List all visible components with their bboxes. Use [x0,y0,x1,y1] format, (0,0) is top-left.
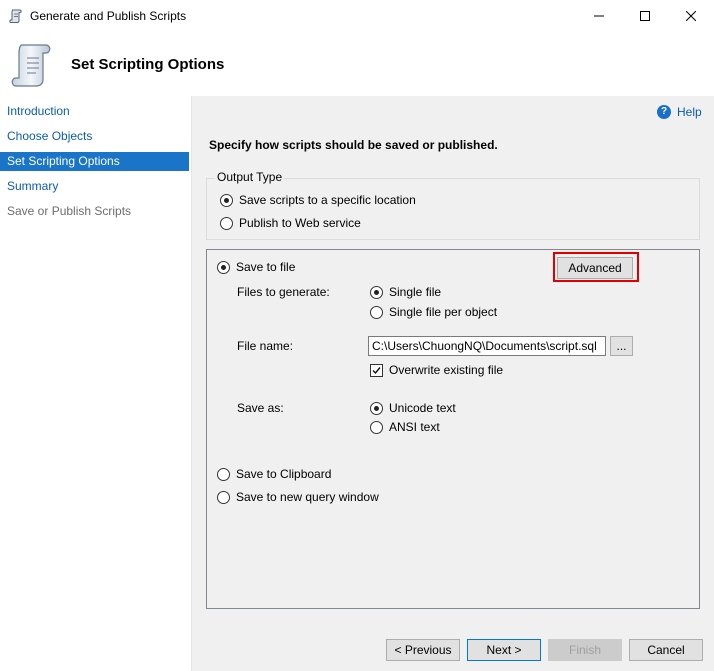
help-icon: ? [657,105,671,119]
file-name-label: File name: [237,339,294,353]
browse-button[interactable]: ... [610,336,633,356]
scroll-icon [10,42,56,90]
radio-indicator [220,193,233,207]
sidebar-item-set-scripting-options[interactable]: Set Scripting Options [0,152,189,171]
destination-panel: Save to file Advanced Files to generate:… [206,249,700,609]
sidebar-item-choose-objects[interactable]: Choose Objects [0,127,189,146]
save-to-file-radio[interactable]: Save to file [217,260,295,274]
previous-button[interactable]: < Previous [386,639,460,661]
advanced-highlight-box [553,252,639,282]
ansi-text-label: ANSI text [389,420,440,434]
radio-indicator [370,420,383,434]
save-to-location-label: Save scripts to a specific location [239,193,416,207]
save-to-location-radio[interactable]: Save scripts to a specific location [220,193,416,207]
radio-indicator [217,467,230,481]
save-as-label: Save as: [237,401,284,415]
cancel-button[interactable]: Cancel [629,639,703,661]
wizard-sidebar: Introduction Choose Objects Set Scriptin… [0,96,192,671]
main-content: ? Help Specify how scripts should be sav… [192,96,714,671]
publish-web-service-label: Publish to Web service [239,216,361,230]
single-file-radio[interactable]: Single file [370,285,441,299]
save-to-query-window-label: Save to new query window [236,490,379,504]
single-file-label: Single file [389,285,442,299]
single-file-per-object-label: Single file per object [389,305,498,319]
wizard-header: Set Scripting Options [0,32,714,96]
unicode-text-radio[interactable]: Unicode text [370,401,456,415]
help-label: Help [677,105,702,119]
file-name-input[interactable]: C:\Users\ChuongNQ\Documents\script.sql [368,336,606,356]
close-button[interactable] [668,0,714,32]
save-to-file-label: Save to file [236,260,296,274]
finish-button: Finish [548,639,622,661]
next-button[interactable]: Next > [467,639,541,661]
files-to-generate-label: Files to generate: [237,285,330,299]
radio-indicator [220,216,233,230]
radio-indicator [370,401,383,415]
window-title: Generate and Publish Scripts [30,9,187,23]
checkmark-icon [372,366,381,374]
radio-indicator [370,285,383,299]
overwrite-checkbox[interactable]: Overwrite existing file [370,363,503,377]
radio-indicator [217,490,230,504]
sidebar-item-summary[interactable]: Summary [0,177,189,196]
title-bar: Generate and Publish Scripts [0,0,714,32]
page-title: Set Scripting Options [71,56,225,73]
help-link[interactable]: ? Help [657,105,702,119]
instruction-text: Specify how scripts should be saved or p… [209,138,498,152]
publish-web-service-radio[interactable]: Publish to Web service [220,216,361,230]
sidebar-item-save-or-publish: Save or Publish Scripts [7,204,132,218]
radio-indicator [217,260,230,274]
minimize-button[interactable] [576,0,622,32]
maximize-button[interactable] [622,0,668,32]
scroll-icon [8,8,24,24]
output-type-group: Output Type Save scripts to a specific l… [206,170,700,240]
save-to-clipboard-label: Save to Clipboard [236,467,332,481]
checkbox-indicator [370,363,383,377]
output-type-legend: Output Type [215,170,285,184]
save-to-query-window-radio[interactable]: Save to new query window [217,490,379,504]
single-file-per-object-radio[interactable]: Single file per object [370,305,497,319]
ansi-text-radio[interactable]: ANSI text [370,420,440,434]
radio-indicator [370,305,383,319]
sidebar-item-introduction[interactable]: Introduction [0,102,189,121]
save-to-clipboard-radio[interactable]: Save to Clipboard [217,467,331,481]
overwrite-label: Overwrite existing file [389,363,504,377]
unicode-text-label: Unicode text [389,401,456,415]
